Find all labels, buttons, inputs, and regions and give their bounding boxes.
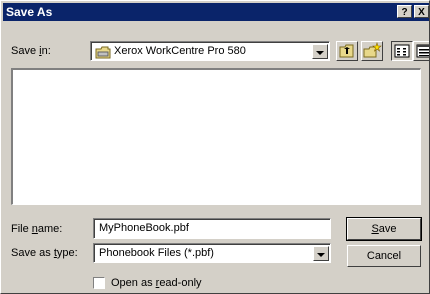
printer-folder-icon [95, 46, 111, 62]
save-button[interactable]: Save [346, 217, 422, 241]
list-view-button[interactable] [391, 41, 413, 61]
save-as-type-value: Phonebook Files (*.pbf) [99, 247, 214, 259]
up-one-level-button[interactable] [336, 41, 358, 61]
file-list[interactable] [11, 68, 421, 205]
save-as-dialog: Save As ? X Save in: Xerox WorkCentre Pr… [0, 0, 430, 294]
file-name-label-pre: File [11, 223, 32, 235]
save-button-rest: ave [378, 223, 397, 235]
file-name-label: File name: [11, 223, 62, 235]
save-in-value: Xerox WorkCentre Pro 580 [114, 45, 246, 57]
save-type-label-pre: Save as [11, 247, 54, 259]
save-as-type-dropdown[interactable]: Phonebook Files (*.pbf) [93, 243, 331, 263]
file-name-input-frame: MyPhoneBook.pbf [94, 219, 330, 238]
readonly-label-post: ead-only [159, 277, 202, 289]
file-name-label-post: ame: [37, 223, 63, 235]
window-title: Save As [6, 5, 53, 19]
save-type-label-post: ype: [56, 247, 78, 259]
read-only-checkbox[interactable] [93, 277, 105, 289]
list-view-icon [392, 44, 412, 63]
close-button[interactable]: X [414, 5, 429, 18]
create-new-folder-button[interactable] [361, 41, 383, 61]
file-name-input[interactable]: MyPhoneBook.pbf [93, 218, 331, 239]
details-view-button[interactable] [413, 41, 429, 63]
help-button[interactable]: ? [397, 5, 412, 18]
save-as-type-label: Save as type: [11, 247, 78, 259]
save-in-dropdown-frame: Xerox WorkCentre Pro 580 [91, 42, 329, 60]
save-as-type-frame: Phonebook Files (*.pbf) [94, 244, 330, 262]
cancel-button[interactable]: Cancel [347, 245, 421, 267]
readonly-label-pre: Open as [111, 277, 156, 289]
save-button-key: S [371, 223, 379, 235]
save-in-dropdown[interactable]: Xerox WorkCentre Pro 580 [90, 41, 330, 61]
create-new-folder-icon [362, 42, 382, 63]
save-in-dropdown-arrow[interactable] [312, 44, 328, 59]
save-as-type-dropdown-arrow[interactable] [313, 246, 329, 261]
up-one-level-icon [337, 44, 357, 63]
save-in-label: Save in: [11, 45, 51, 57]
read-only-label[interactable]: Open as read-only [111, 277, 202, 289]
save-in-label-post: n: [41, 45, 51, 57]
file-name-value: MyPhoneBook.pbf [99, 222, 189, 234]
title-bar[interactable]: Save As ? X [3, 3, 429, 21]
details-view-icon [414, 44, 429, 63]
save-in-label-pre: Save [11, 45, 40, 57]
